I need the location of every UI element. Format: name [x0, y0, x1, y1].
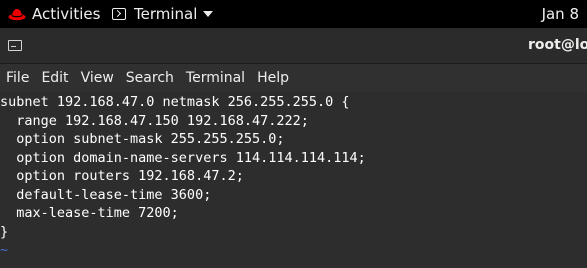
code-line: subnet 192.168.47.0 netmask 256.255.255.…: [0, 94, 350, 110]
app-menu-terminal[interactable]: Terminal: [112, 4, 214, 24]
menu-edit[interactable]: Edit: [41, 70, 68, 86]
activities-label: Activities: [32, 5, 101, 23]
empty-buffer-line: ~: [0, 242, 9, 258]
code-line: option subnet-mask 255.255.255.0;: [0, 131, 285, 147]
code-block: subnet 192.168.47.0 netmask 256.255.255.…: [0, 92, 587, 268]
top-panel: Activities Terminal Jan 8: [0, 0, 587, 28]
code-line: option domain-name-servers 114.114.114.1…: [0, 149, 366, 166]
terminal-output[interactable]: subnet 192.168.47.0 netmask 256.255.255.…: [0, 92, 587, 268]
window-title: root@loc: [528, 37, 587, 53]
code-line: option routers 192.168.47.2;: [0, 168, 244, 184]
menu-terminal[interactable]: Terminal: [186, 70, 245, 86]
code-line: max-lease-time 7200;: [0, 205, 179, 221]
menu-help[interactable]: Help: [257, 70, 289, 86]
menu-file[interactable]: File: [6, 70, 29, 86]
caret-down-icon: [203, 11, 214, 17]
menu-search[interactable]: Search: [126, 70, 174, 86]
redhat-hat-icon: [8, 9, 26, 21]
code-line: }: [0, 223, 9, 240]
app-menu-label: Terminal: [134, 5, 198, 23]
menubar: File Edit View Search Terminal Help: [0, 64, 587, 92]
code-line: default-lease-time 3600;: [0, 186, 212, 203]
empty-buffer-line: ~: [0, 260, 587, 268]
terminal-app-icon: [112, 8, 126, 20]
menu-view[interactable]: View: [81, 70, 114, 86]
code-line: range 192.168.47.150 192.168.47.222;: [0, 112, 309, 129]
activities-button[interactable]: Activities: [8, 4, 100, 24]
clock[interactable]: Jan 8: [542, 4, 579, 24]
clock-label: Jan 8: [541, 5, 579, 23]
new-tab-icon[interactable]: [8, 40, 22, 51]
window-titlebar[interactable]: root@loc: [0, 28, 587, 64]
